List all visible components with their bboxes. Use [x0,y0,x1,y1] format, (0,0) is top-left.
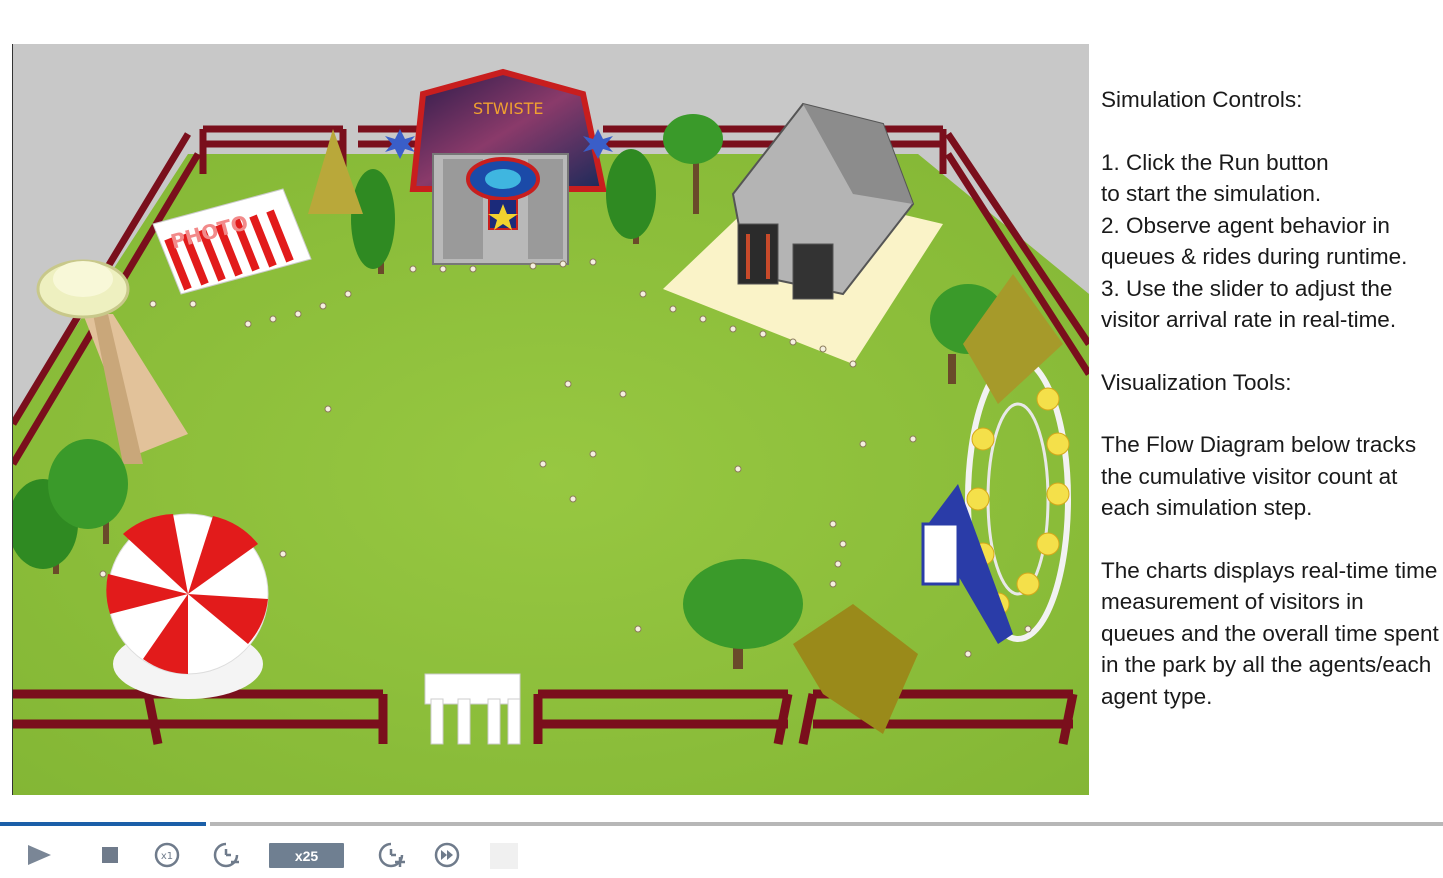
controls-heading: Simulation Controls: [1101,87,1303,112]
progress-bar-track[interactable] [210,822,1443,826]
slow-down-button[interactable] [210,838,242,872]
blank-button[interactable] [490,843,518,869]
play-icon [28,845,51,865]
speed-x1-icon: x1 [154,842,180,868]
controls-instructions: 1. Click the Run button to start the sim… [1101,149,1408,333]
speed-up-icon [378,842,405,868]
speed-up-button[interactable] [375,838,407,872]
speed-x25-badge: x25 [269,843,344,868]
simulation-3d-view[interactable]: STWISTE PHOTO [12,44,1089,795]
svg-text:x1: x1 [161,851,173,862]
fast-forward-button[interactable] [432,838,462,872]
real-time-speed-button[interactable]: x1 [152,838,182,872]
simulation-toolbar: x1 x25 [0,838,1443,874]
stop-icon [102,847,118,863]
progress-bar-fill [0,822,206,826]
carousel-ride [106,513,269,699]
stop-button[interactable] [98,838,122,872]
info-panel: Simulation Controls: 1. Click the Run bu… [1101,84,1443,743]
visualization-heading: Visualization Tools: [1101,369,1292,395]
fast-forward-icon [434,842,460,868]
play-button[interactable] [24,838,54,872]
flow-diagram-description: The Flow Diagram below tracks the cumula… [1101,432,1417,520]
twister-sign: STWISTE [473,99,544,118]
charts-description: The charts displays real-time time measu… [1101,557,1439,709]
amusement-park-scene: STWISTE PHOTO [13,68,1089,795]
slow-down-icon [213,842,239,868]
